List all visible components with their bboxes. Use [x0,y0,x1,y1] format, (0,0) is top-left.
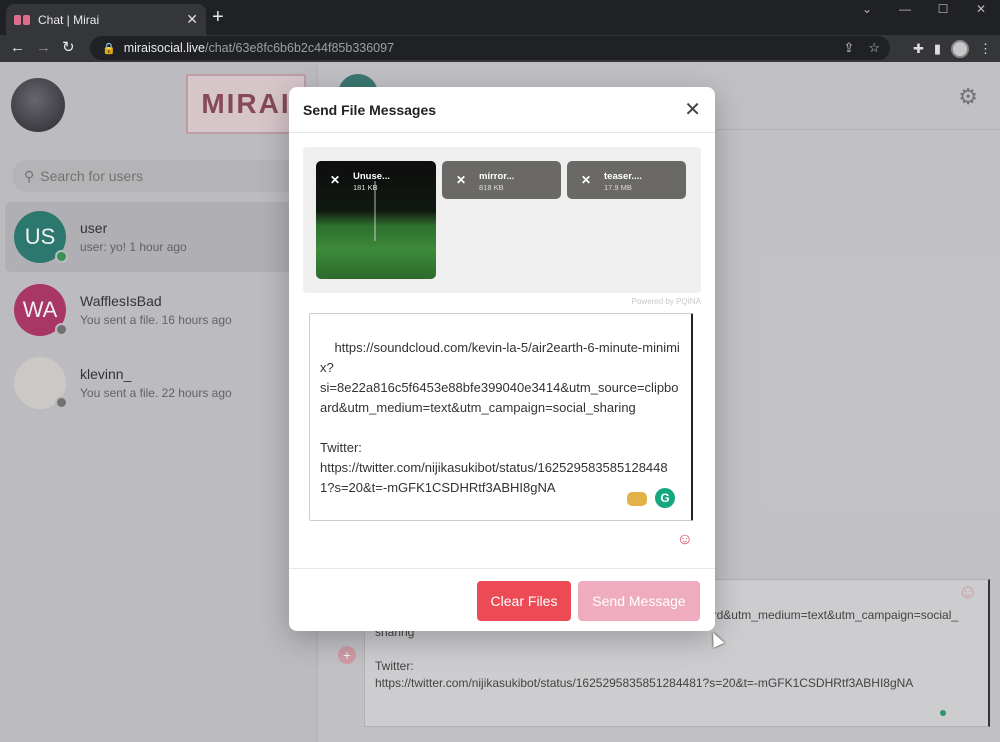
window-controls: ⌄ — ☐ ✕ [848,0,1000,20]
file-name: mirror... [479,171,515,182]
emoji-icon [627,492,647,506]
side-panel-icon[interactable]: ▮ [934,41,941,57]
profile-avatar[interactable] [951,39,969,58]
file-dropzone[interactable]: ✕ Unuse... 181 KB ✕ mirror... 818 KB ✕ t… [303,147,701,293]
browser-tab-bar: Chat | Mirai ✕ + ⌄ — ☐ ✕ [0,0,1000,35]
file-size: 181 KB [353,183,378,192]
forward-arrow-icon[interactable]: → [36,39,51,57]
extensions-puzzle-icon[interactable]: ✚ [913,41,924,57]
close-window-icon[interactable]: ✕ [962,0,1000,20]
modal-footer: Clear Files Send Message [289,568,715,631]
file-size: 818 KB [479,183,504,192]
tab-close-icon[interactable]: ✕ [186,11,198,28]
smile-icon[interactable]: ☺ [677,531,693,549]
lock-icon: 🔒 [102,42,116,55]
browser-toolbar: ✚ ▮ ⋮ [913,35,1000,62]
file-name: teaser.... [604,171,643,182]
message-textarea[interactable]: https://soundcloud.com/kevin-la-5/air2ea… [309,313,693,521]
clear-files-button[interactable]: Clear Files [477,581,571,621]
bookmark-star-icon[interactable]: ☆ [868,40,880,56]
close-icon[interactable]: ✕ [684,97,701,122]
modal-title: Send File Messages [303,101,437,118]
address-bar: ← → ↻ 🔒 miraisocial.live /chat/63e8fc6b6… [0,35,1000,62]
new-tab-button[interactable]: + [212,6,224,28]
menu-kebab-icon[interactable]: ⋮ [979,41,992,57]
mirai-favicon-icon [14,14,30,25]
browser-tab[interactable]: Chat | Mirai ✕ [6,4,206,35]
reload-icon[interactable]: ↻ [62,39,75,57]
share-icon[interactable]: ⇪ [843,40,854,56]
file-preview-image: ✕ Unuse... 181 KB [316,161,436,279]
minimize-icon[interactable]: — [886,0,924,20]
url-path: /chat/63e8fc6b6b2c44f85b336097 [204,41,395,55]
message-text: https://soundcloud.com/kevin-la-5/air2ea… [320,340,680,495]
send-file-modal: Send File Messages ✕ ✕ Unuse... 181 KB ✕… [289,87,715,631]
send-message-button[interactable]: Send Message [578,581,700,621]
remove-file-icon[interactable]: ✕ [330,173,340,187]
file-size: 17.9 MB [604,183,632,192]
url-host: miraisocial.live [123,41,205,55]
maximize-icon[interactable]: ☐ [924,0,962,20]
file-item: ✕ mirror... 818 KB [442,161,561,199]
file-name: Unuse... [353,171,390,182]
url-field[interactable]: 🔒 miraisocial.live /chat/63e8fc6b6b2c44f… [90,36,890,60]
remove-file-icon[interactable]: ✕ [456,173,466,187]
remove-file-icon[interactable]: ✕ [581,173,591,187]
powered-by-label: Powered by PQINA [631,297,701,306]
grammarly-icon[interactable]: G [655,488,675,508]
chevron-down-icon[interactable]: ⌄ [848,0,886,20]
tab-title: Chat | Mirai [38,12,100,27]
back-arrow-icon[interactable]: ← [10,39,25,57]
file-item: ✕ teaser.... 17.9 MB [567,161,686,199]
modal-header: Send File Messages ✕ [289,87,715,133]
